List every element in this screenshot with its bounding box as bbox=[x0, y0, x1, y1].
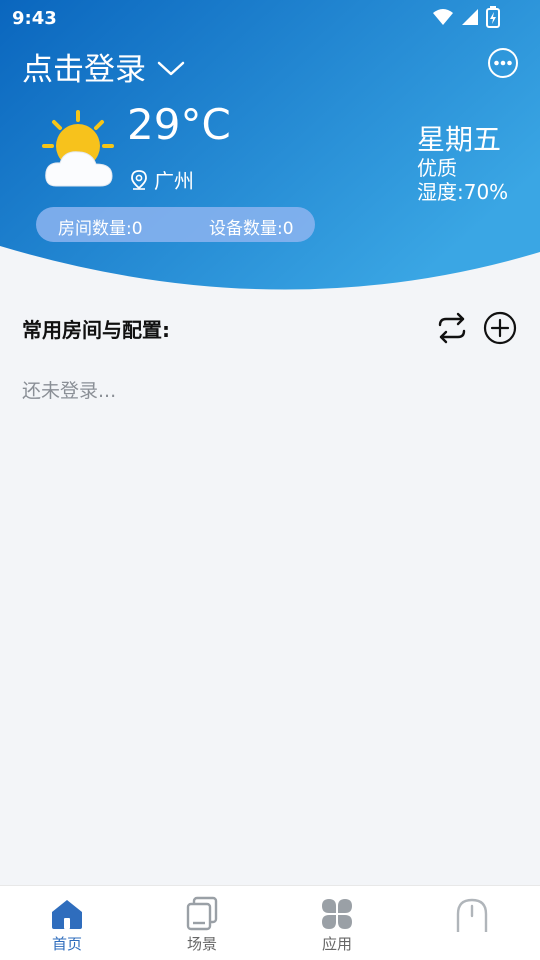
status-bar: 9:43 bbox=[0, 0, 540, 36]
scene-icon bbox=[186, 896, 218, 931]
device-count: 设备数量:0 bbox=[209, 219, 294, 239]
profile-icon bbox=[456, 898, 488, 932]
humidity-label: 湿度:70% bbox=[417, 180, 509, 204]
location-pin-icon bbox=[131, 169, 147, 190]
city-label: 广州 bbox=[154, 169, 194, 193]
login-dropdown[interactable]: 点击登录 bbox=[22, 44, 186, 89]
wifi-icon bbox=[433, 9, 453, 25]
swap-icon[interactable] bbox=[435, 311, 469, 345]
weather-summary: 星期五 优质 湿度:70% bbox=[417, 123, 509, 205]
status-icons bbox=[432, 6, 500, 28]
tab-scene[interactable]: 场景 bbox=[152, 886, 252, 960]
header-panel: 9:43 点击登录 29°C 广州 星期五 优质 湿度:70% 房间数量:0 设… bbox=[0, 0, 540, 300]
tab-apps-label: 应用 bbox=[321, 935, 352, 953]
bottom-tab-bar: 首页 场景 应用 bbox=[0, 885, 540, 960]
weekday-label: 星期五 bbox=[417, 123, 502, 156]
count-summary-pill: 房间数量:0 设备数量:0 bbox=[36, 207, 315, 242]
battery-icon bbox=[486, 6, 500, 28]
air-quality-label: 优质 bbox=[417, 156, 457, 180]
location-row: 广州 bbox=[130, 165, 194, 194]
more-options-icon[interactable] bbox=[487, 47, 519, 79]
tab-apps[interactable]: 应用 bbox=[287, 886, 387, 960]
tab-home-label: 首页 bbox=[51, 935, 82, 953]
temperature: 29°C bbox=[127, 100, 231, 149]
signal-icon bbox=[462, 9, 478, 25]
apps-icon bbox=[322, 899, 352, 929]
tab-profile[interactable] bbox=[422, 886, 522, 960]
tab-home[interactable]: 首页 bbox=[17, 886, 117, 960]
section-title: 常用房间与配置: bbox=[22, 318, 170, 342]
chevron-down-icon bbox=[157, 61, 185, 75]
empty-state-text: 还未登录... bbox=[22, 380, 117, 402]
home-icon bbox=[52, 900, 82, 929]
add-circle-icon[interactable] bbox=[483, 311, 517, 345]
status-time: 9:43 bbox=[12, 8, 57, 29]
login-label: 点击登录 bbox=[22, 52, 146, 88]
tab-scene-label: 场景 bbox=[186, 935, 217, 953]
partly-cloudy-icon bbox=[42, 110, 114, 187]
room-count: 房间数量:0 bbox=[58, 219, 143, 239]
